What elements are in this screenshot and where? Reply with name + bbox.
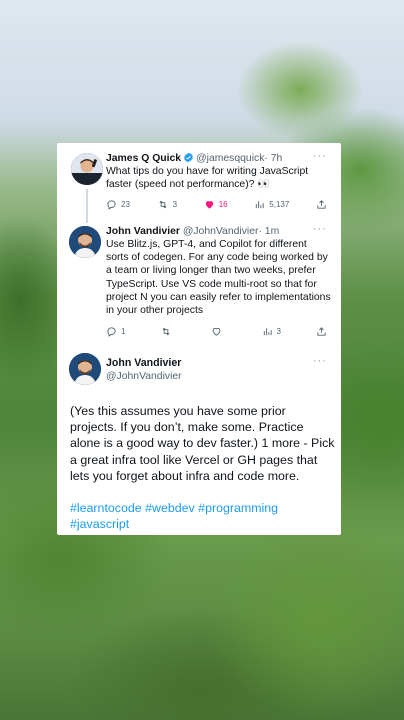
more-icon[interactable]: ··· (313, 223, 327, 235)
tweet1-like-button[interactable]: 16 (204, 199, 228, 210)
avatar-john-main[interactable] (69, 353, 101, 385)
avatar-james[interactable] (71, 153, 103, 185)
reply1-time[interactable]: · 1m (258, 226, 279, 237)
share-icon (317, 326, 326, 336)
reply-icon (107, 199, 116, 210)
tweet1-retweet-count: 3 (172, 199, 178, 209)
more-icon[interactable]: ··· (313, 355, 327, 367)
reply2-handle[interactable]: @JohnVandivier (106, 371, 182, 382)
views-icon (256, 200, 264, 208)
hashtag-link[interactable]: #learntocode (70, 501, 142, 515)
tweet1-reply-button[interactable]: 23 (106, 199, 130, 210)
tweet1-reply-count: 23 (121, 199, 130, 209)
tweet1-actions: 23 3 16 5,137 (106, 198, 327, 210)
reply2-text: (Yes this assumes you have some prior pr… (70, 404, 335, 483)
verified-icon (184, 152, 193, 163)
reply1-text: Use Blitz.js, GPT-4, and Copilot for dif… (106, 239, 331, 317)
hashtag-link[interactable]: #programming (198, 501, 278, 515)
reply-icon (107, 326, 116, 337)
retweet-icon (159, 200, 167, 208)
reply1-like-button[interactable] (211, 326, 226, 337)
tweet-card: James Q Quick @jamesqquick· 7h ··· What t… (57, 143, 341, 535)
reply1-view-count: 3 (276, 326, 281, 336)
avatar-john-reply[interactable] (69, 226, 101, 258)
views-icon (263, 327, 272, 335)
tweet1-like-count: 16 (218, 199, 228, 209)
tweet1-view-count: 5,137 (269, 199, 290, 209)
reply1-actions: 1 3 (106, 325, 327, 337)
reply1-header: John Vandivier @JohnVandivier· 1m (106, 225, 331, 238)
tweet1-text: What tips do you have for writing JavaSc… (106, 166, 309, 191)
reply1-share-button[interactable] (316, 326, 327, 337)
tweet1-handle[interactable]: @jamesqquick (196, 153, 264, 164)
heart-icon (205, 200, 213, 209)
tweet1-header: James Q Quick @jamesqquick· 7h (106, 152, 331, 165)
tweet1-views-button[interactable]: 5,137 (254, 199, 289, 210)
heart-icon (213, 327, 221, 336)
tweet1-retweet-button[interactable]: 3 (157, 199, 177, 210)
hashtag-link[interactable]: #javascript (70, 517, 129, 531)
background: { "tweet1": { "name": "James Q Quick", "… (0, 0, 404, 720)
more-icon[interactable]: ··· (313, 150, 327, 162)
reply2-name[interactable]: John Vandivier (106, 357, 181, 369)
reply1-reply-button[interactable]: 1 (106, 326, 125, 337)
tweet1-time[interactable]: · 7h (264, 153, 282, 164)
tweet1-name[interactable]: James Q Quick (106, 153, 181, 164)
thread-line (86, 189, 88, 223)
share-icon (317, 199, 326, 209)
retweet-icon (162, 327, 171, 335)
reply1-reply-count: 1 (121, 326, 126, 336)
reply1-views-button[interactable]: 3 (262, 326, 281, 337)
reply1-handle[interactable]: @JohnVandivier (183, 226, 259, 237)
hashtag-link[interactable]: #webdev (145, 501, 195, 515)
reply2-hashtags: #learntocode #webdev #programming #javas… (70, 500, 332, 532)
tweet1-share-button[interactable] (316, 199, 327, 210)
reply1-name[interactable]: John Vandivier (106, 226, 180, 237)
reply1-retweet-button[interactable] (160, 326, 176, 337)
